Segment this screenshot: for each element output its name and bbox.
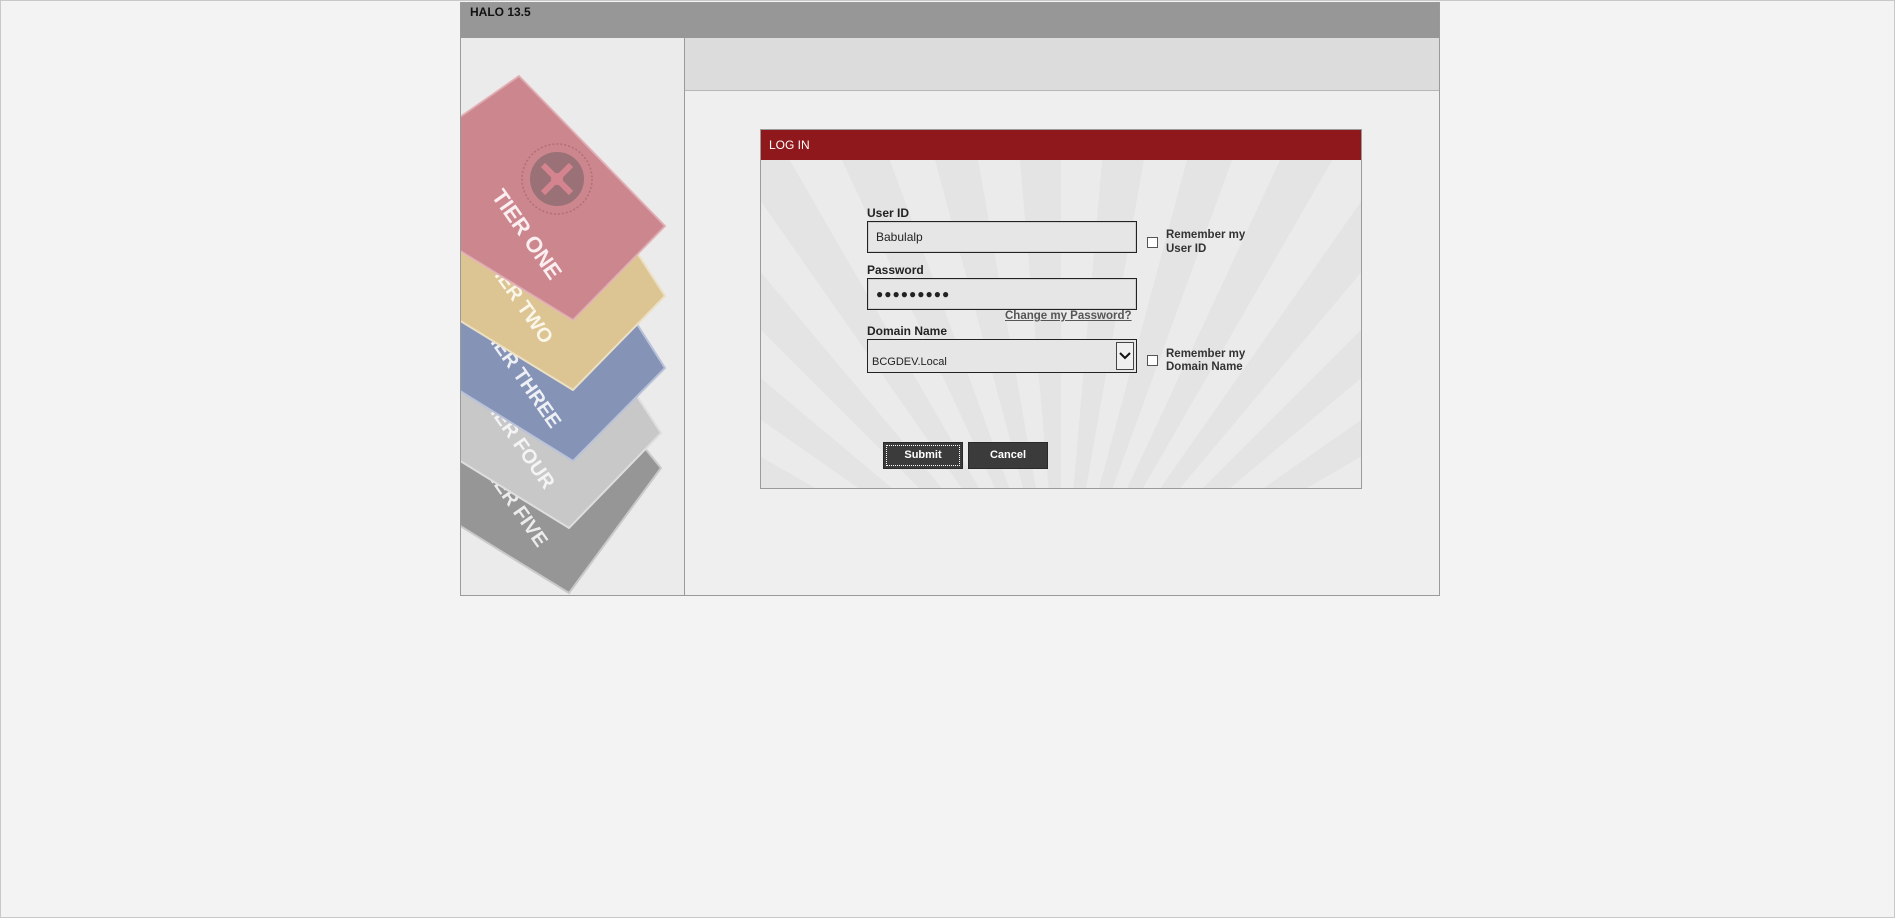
remember-domain-label-line2: Domain Name	[1166, 361, 1243, 373]
app-title: HALO 13.5	[470, 5, 531, 19]
submit-button[interactable]: Submit	[883, 442, 963, 469]
sunburst-background	[761, 160, 1361, 488]
password-input[interactable]	[867, 278, 1137, 310]
cancel-button[interactable]: Cancel	[968, 442, 1048, 469]
remember-user-id-checkbox[interactable]	[1147, 237, 1158, 248]
login-header: LOG IN	[761, 130, 1361, 160]
tier-cards-graphic: TIER FIVE TIER FOUR TIER THREE TIER TWO	[461, 74, 667, 595]
change-password-link[interactable]: Change my Password?	[1005, 310, 1132, 322]
domain-name-select[interactable]: BCGDEV.Local	[867, 339, 1137, 373]
remember-user-id-label-line2: User ID	[1166, 243, 1207, 255]
content-header	[685, 38, 1439, 91]
sidebar-tier-cards: TIER FIVE TIER FOUR TIER THREE TIER TWO	[461, 38, 685, 595]
domain-name-label: Domain Name	[867, 324, 948, 338]
password-label: Password	[867, 263, 924, 277]
chevron-down-icon[interactable]	[1116, 342, 1134, 370]
remember-domain-checkbox[interactable]	[1147, 355, 1158, 366]
remember-user-id-label-line1: Remember my	[1166, 229, 1246, 241]
login-title: LOG IN	[769, 138, 810, 152]
login-panel: LOG IN User ID Remember my User ID Passw…	[760, 129, 1362, 489]
remember-domain-label-line1: Remember my	[1166, 348, 1246, 360]
user-id-label: User ID	[867, 206, 910, 220]
user-id-input[interactable]	[867, 221, 1137, 253]
title-bar: HALO 13.5	[461, 3, 1439, 38]
domain-name-value: BCGDEV.Local	[872, 356, 947, 368]
